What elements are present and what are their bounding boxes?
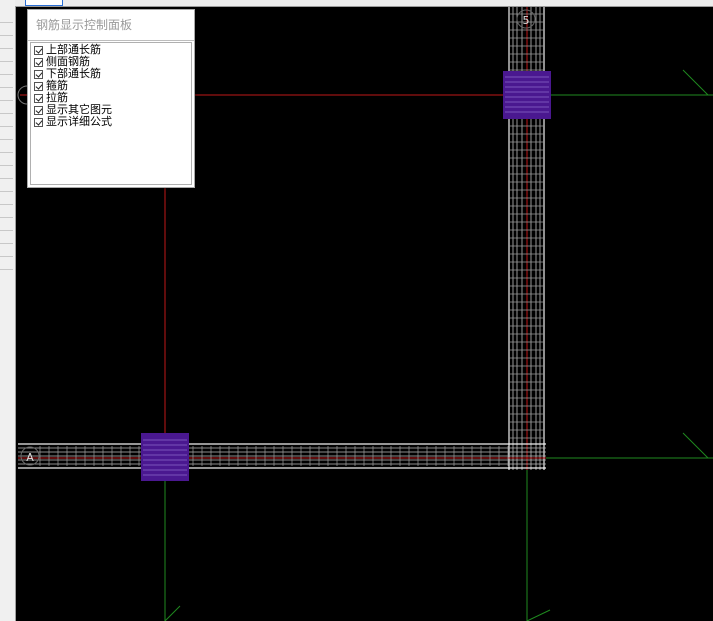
strip-divider — [0, 61, 13, 62]
strip-divider — [0, 230, 13, 231]
top-toolbar-edge — [15, 0, 713, 7]
checkbox[interactable] — [34, 69, 43, 79]
strip-divider — [0, 217, 13, 218]
strip-divider — [0, 152, 13, 153]
option-show-detailed-formula[interactable]: 显示详细公式 — [34, 116, 191, 128]
checkbox[interactable] — [34, 117, 43, 127]
rebar-display-control-panel: 钢筋显示控制面板 上部通长筋 侧面钢筋 下部通长筋 箍筋 拉筋 显示其它图元 显… — [27, 9, 195, 188]
checkbox[interactable] — [34, 81, 43, 91]
strip-divider — [0, 191, 13, 192]
strip-divider — [0, 100, 13, 101]
strip-divider — [0, 204, 13, 205]
checkbox[interactable] — [34, 105, 43, 115]
strip-divider — [0, 35, 13, 36]
strip-divider — [0, 74, 13, 75]
active-tab[interactable] — [25, 0, 63, 6]
checkbox[interactable] — [34, 93, 43, 103]
strip-divider — [0, 165, 13, 166]
strip-divider — [0, 243, 13, 244]
strip-divider — [0, 139, 13, 140]
strip-divider — [0, 113, 13, 114]
checkbox[interactable] — [34, 57, 43, 67]
strip-divider — [0, 256, 13, 257]
strip-divider — [0, 48, 13, 49]
strip-divider — [0, 269, 13, 270]
strip-divider — [0, 126, 13, 127]
checkbox[interactable] — [34, 45, 43, 55]
option-list: 上部通长筋 侧面钢筋 下部通长筋 箍筋 拉筋 显示其它图元 显示详细公式 — [30, 42, 192, 185]
strip-divider — [0, 87, 13, 88]
axis-label-5: 5 — [523, 14, 530, 27]
panel-title: 钢筋显示控制面板 — [28, 10, 194, 41]
strip-divider — [0, 178, 13, 179]
axis-label-a: A — [26, 451, 34, 464]
strip-divider — [0, 22, 13, 23]
left-panel-strip — [0, 0, 16, 621]
